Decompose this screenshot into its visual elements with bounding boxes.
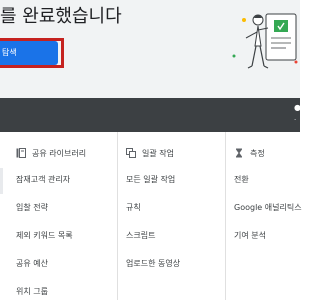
menu-heading-label: 공유 라이브러리: [32, 148, 87, 158]
menu-item-location-groups[interactable]: 위치 그룹: [16, 282, 48, 300]
shared-library-icon: [16, 148, 26, 158]
menu-item-all-bulk-actions[interactable]: 모든 일괄 작업: [126, 170, 175, 190]
menu-item-shared-budgets[interactable]: 공유 예산: [16, 254, 48, 274]
menu-item-bid-strategies[interactable]: 입찰 전략: [16, 198, 48, 218]
tools-menu: 공유 라이브러리 잠재고객 관리자 입찰 전략 제외 키워드 목록 공유 예산 …: [0, 132, 302, 300]
menu-item-audience-manager[interactable]: 잠재고객 관리자: [16, 170, 70, 190]
menu-heading-measurement: 측정: [234, 144, 265, 162]
dark-toolbar-band: ● ·: [0, 98, 301, 132]
menu-item-scripts[interactable]: 스크립트: [126, 226, 155, 246]
menu-item-conversions[interactable]: 전환: [234, 170, 249, 190]
menu-heading-bulk-actions: 일괄 작업: [126, 144, 174, 162]
menu-column-measurement: 측정 전환 Google 애널리틱스 기여 분석: [226, 132, 302, 300]
menu-heading-label: 일괄 작업: [142, 148, 174, 158]
menu-heading-shared-library: 공유 라이브러리: [16, 144, 86, 162]
menu-item-attribution[interactable]: 기여 분석: [234, 226, 266, 246]
hourglass-icon: [236, 148, 242, 158]
menu-item-google-analytics[interactable]: Google 애널리틱스: [234, 198, 302, 218]
person-checklist-illustration: [232, 13, 298, 69]
edge-glyph-small: ·: [294, 116, 297, 124]
menu-item-negative-keyword-lists[interactable]: 제외 키워드 목록: [16, 226, 73, 246]
page-title: 를 완료했습니다: [0, 6, 122, 27]
edge-glyph: ●: [294, 103, 301, 112]
bulk-actions-icon: [126, 148, 136, 158]
hero-banner: 를 완료했습니다 탐색: [0, 0, 300, 98]
menu-column-shared-library: 공유 라이브러리 잠재고객 관리자 입찰 전략 제외 키워드 목록 공유 예산 …: [0, 132, 118, 300]
menu-item-rules[interactable]: 규칙: [126, 198, 141, 218]
menu-column-bulk-actions: 일괄 작업 모든 일괄 작업 규칙 스크립트 업로드한 동영상: [118, 132, 226, 300]
menu-item-uploaded-videos[interactable]: 업로드한 동영상: [126, 254, 180, 274]
menu-heading-label: 측정: [250, 148, 265, 158]
explore-button[interactable]: 탐색: [0, 41, 58, 65]
